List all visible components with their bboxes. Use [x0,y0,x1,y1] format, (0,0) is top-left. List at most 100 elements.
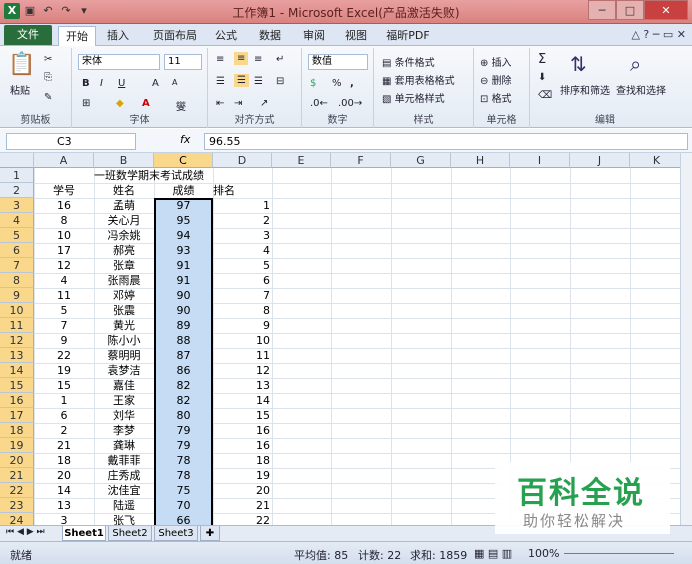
row-header[interactable]: 5 [0,228,34,243]
table-cell[interactable]: 12 [213,363,272,378]
row-header[interactable]: 23 [0,498,34,513]
table-cell[interactable]: 90 [154,288,213,303]
format-as-table-button[interactable]: ▦ 套用表格格式 [382,72,455,87]
row-header[interactable]: 7 [0,258,34,273]
table-cell[interactable]: 70 [154,498,213,513]
table-cell[interactable]: 2 [34,423,94,438]
table-cell[interactable]: 10 [213,333,272,348]
table-cell[interactable]: 15 [34,378,94,393]
fill-icon[interactable]: ⬇ [538,72,546,83]
table-cell[interactable]: 张雨晨 [94,273,154,288]
cut-icon[interactable]: ✂ [44,54,52,65]
increase-decimal-icon[interactable]: .0← [310,98,328,109]
tab-formulas[interactable]: 公式 [208,26,244,46]
row-header[interactable]: 19 [0,438,34,453]
column-header-k[interactable]: K [630,153,680,168]
table-cell[interactable]: 89 [154,318,213,333]
table-cell[interactable]: 8 [213,303,272,318]
border-icon[interactable]: ⊞ [82,98,90,109]
table-cell[interactable]: 95 [154,213,213,228]
tab-foxit-pdf[interactable]: 福昕PDF [382,26,434,46]
table-cell[interactable]: 78 [154,453,213,468]
table-cell[interactable]: 78 [154,468,213,483]
table-cell[interactable]: 22 [34,348,94,363]
table-cell[interactable]: 4 [34,273,94,288]
align-top-icon[interactable]: ≡ [216,54,224,65]
table-cell[interactable]: 20 [34,468,94,483]
table-cell[interactable]: 21 [34,438,94,453]
grow-font-button[interactable]: A [152,78,159,89]
row-header[interactable]: 1 [0,168,34,183]
name-box[interactable]: C3 [6,133,136,150]
table-cell[interactable]: 11 [213,348,272,363]
tab-review[interactable]: 审阅 [296,26,332,46]
row-header[interactable]: 16 [0,393,34,408]
table-cell[interactable]: 庄秀成 [94,468,154,483]
table-cell[interactable]: 郝亮 [94,243,154,258]
paste-button[interactable]: 粘贴 [10,82,30,97]
row-header[interactable]: 15 [0,378,34,393]
tab-page-layout[interactable]: 页面布局 [146,26,204,46]
orientation-icon[interactable]: ↗ [260,98,268,109]
table-cell[interactable]: 沈佳宜 [94,483,154,498]
column-header-f[interactable]: F [331,153,391,168]
zoom-slider[interactable] [564,553,674,554]
table-cell[interactable]: 10 [34,228,94,243]
delete-cells-button[interactable]: ⊖ 删除 [480,72,512,87]
row-header[interactable]: 17 [0,408,34,423]
row-header[interactable]: 2 [0,183,34,198]
table-cell[interactable]: 90 [154,303,213,318]
wrap-text-icon[interactable]: ↵ [276,54,284,65]
sheet-tab-3[interactable]: Sheet3 [154,526,198,541]
clear-icon[interactable]: ⌫ [538,90,552,101]
find-select-icon[interactable]: ⌕ [630,52,641,76]
table-cell[interactable]: 邓婷 [94,288,154,303]
minimize-button[interactable]: ─ [588,0,616,20]
vertical-scrollbar[interactable] [680,153,692,525]
new-sheet-icon[interactable]: ✚ [200,526,220,541]
table-cell[interactable]: 6 [213,273,272,288]
number-format-select[interactable]: 数值 [308,54,368,70]
table-cell[interactable]: 9 [34,333,94,348]
column-header-h[interactable]: H [451,153,510,168]
table-cell[interactable]: 13 [34,498,94,513]
paste-icon[interactable]: 📋 [8,52,35,77]
table-cell[interactable]: 张飞 [94,513,154,525]
table-cell[interactable]: 戴菲菲 [94,453,154,468]
table-cell[interactable]: 2 [213,213,272,228]
table-cell[interactable]: 18 [213,453,272,468]
table-cell[interactable]: 刘华 [94,408,154,423]
insert-cells-button[interactable]: ⊕ 插入 [480,54,512,69]
table-cell[interactable]: 李梦 [94,423,154,438]
close-button[interactable]: ✕ [644,0,688,20]
table-header[interactable]: 学号 [34,183,94,198]
table-cell[interactable]: 16 [213,423,272,438]
table-cell[interactable]: 嘉佳 [94,378,154,393]
table-cell[interactable]: 9 [213,318,272,333]
zoom-level[interactable]: 100% [528,547,559,560]
row-header[interactable]: 14 [0,363,34,378]
table-cell[interactable]: 孟萌 [94,198,154,213]
underline-button[interactable]: U [118,78,125,89]
table-cell[interactable]: 张震 [94,303,154,318]
table-cell[interactable]: 1 [213,198,272,213]
align-left-icon[interactable]: ☰ [216,76,225,87]
row-header[interactable]: 3 [0,198,34,213]
format-cells-button[interactable]: ⊡ 格式 [480,90,512,105]
shrink-font-button[interactable]: A [172,78,177,87]
sort-filter-button[interactable]: 排序和筛选 [560,82,610,97]
view-buttons[interactable]: ▦ ▤ ▥ [474,547,512,560]
conditional-format-button[interactable]: ▤ 条件格式 [382,54,435,69]
table-cell[interactable]: 6 [34,408,94,423]
table-cell[interactable]: 87 [154,348,213,363]
table-cell[interactable]: 18 [34,453,94,468]
table-cell[interactable]: 5 [213,258,272,273]
bold-button[interactable]: B [82,78,90,89]
table-cell[interactable]: 82 [154,393,213,408]
font-name-select[interactable]: 宋体 [78,54,160,70]
font-size-select[interactable]: 11 [164,54,202,70]
row-header[interactable]: 8 [0,273,34,288]
column-header-b[interactable]: B [94,153,154,168]
row-header[interactable]: 18 [0,423,34,438]
sheet-tab-2[interactable]: Sheet2 [108,526,152,541]
